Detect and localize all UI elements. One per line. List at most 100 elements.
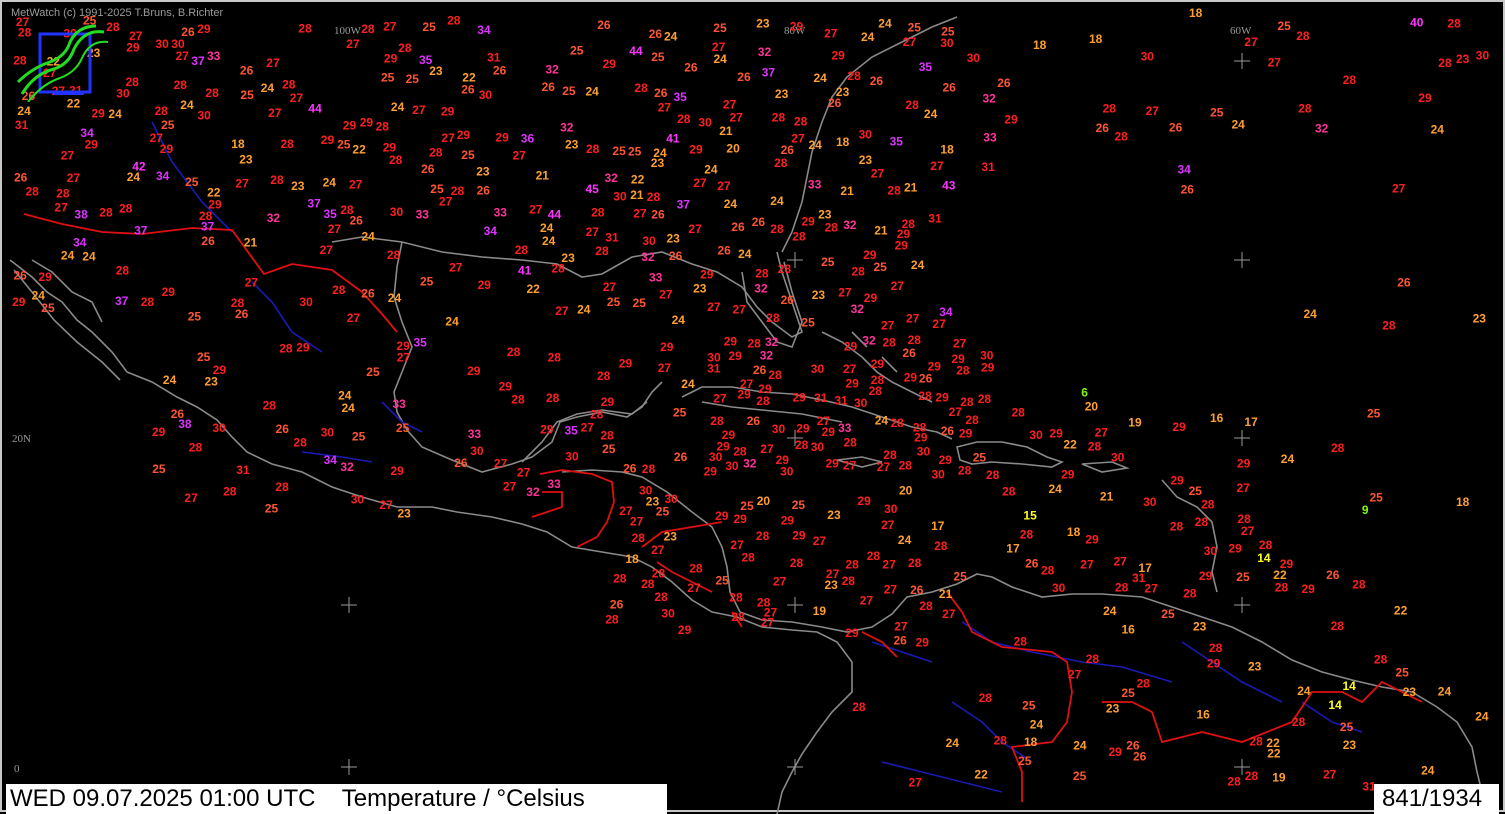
station-temperature-layer: 29282727272623242423252421302929 2828 2728… — [12, 13, 1489, 793]
station-temperature: 28 — [748, 337, 762, 351]
station-temperature: 29 — [863, 248, 877, 262]
station-temperature: 25 — [352, 430, 366, 444]
station-temperature: 28 — [597, 369, 611, 383]
station-temperature: 27 — [529, 203, 543, 217]
station-temperature: 28 — [515, 243, 529, 257]
station-temperature: 29 — [904, 371, 918, 385]
station-temperature: 27 — [882, 558, 896, 572]
station-temperature: 25 — [461, 148, 475, 162]
station-temperature: 23 — [1106, 702, 1120, 716]
station-temperature: 27 — [740, 377, 754, 391]
station-temperature: 18 — [836, 135, 850, 149]
station-temperature: 24 — [542, 234, 556, 248]
station-temperature: 28 — [590, 407, 604, 421]
station-temperature: 28 — [1086, 652, 1100, 666]
station-temperature: 24 — [180, 98, 194, 112]
station-temperature: 33 — [207, 49, 221, 63]
station-temperature: 21 — [244, 236, 258, 250]
station-temperature: 28 — [1331, 441, 1345, 455]
station-temperature: 26 — [1096, 121, 1110, 135]
station-temperature: 33 — [983, 131, 997, 145]
station-temperature: 29 — [126, 40, 140, 54]
station-temperature: 18 — [940, 142, 954, 156]
station-temperature: 30 — [390, 205, 404, 219]
station-temperature: 23 — [667, 232, 681, 246]
station-temperature: 29 — [916, 635, 930, 649]
station-temperature: 26 — [828, 96, 842, 110]
station-temperature: 27 — [881, 318, 895, 332]
station-temperature: 37 — [762, 65, 776, 79]
station-temperature: 28 — [275, 480, 289, 494]
weather-map[interactable]: 100W 80W 60W 20N 0 292827272726232424232… — [2, 2, 1505, 814]
station-temperature: 42 — [132, 159, 146, 173]
station-temperature: 25 — [874, 260, 888, 274]
station-temperature: 28 — [689, 562, 703, 576]
station-temperature: 24 — [653, 146, 667, 160]
station-temperature: 30 — [470, 444, 484, 458]
station-temperature: 26 — [997, 76, 1011, 90]
station-temperature: 26 — [902, 346, 916, 360]
metwatch-logo-icon[interactable] — [14, 24, 112, 102]
station-temperature: 25 — [651, 50, 665, 64]
station-temperature: 23 — [239, 153, 253, 167]
station-temperature: 27 — [1268, 56, 1282, 70]
station-temperature: 44 — [308, 102, 322, 116]
station-temperature: 30 — [565, 449, 579, 463]
station-temperature: 30 — [772, 422, 786, 436]
station-temperature: 24 — [445, 314, 459, 328]
station-temperature: 23 — [1343, 738, 1357, 752]
station-temperature: 29 — [793, 390, 807, 404]
station-temperature: 25 — [1278, 19, 1292, 33]
station-temperature: 24 — [1297, 684, 1311, 698]
station-temperature: 24 — [664, 30, 678, 44]
station-temperature: 24 — [898, 533, 912, 547]
station-temperature: 27 — [320, 243, 334, 257]
station-temperature: 28 — [591, 206, 605, 220]
station-temperature: 30 — [299, 295, 313, 309]
station-temperature: 25 — [41, 301, 55, 315]
station-temperature: 43 — [942, 179, 956, 193]
station-temperature: 27 — [268, 106, 282, 120]
station-temperature: 27 — [67, 171, 81, 185]
station-temperature: 15 — [1023, 509, 1037, 523]
station-temperature: 31 — [236, 463, 250, 477]
station-temperature: 25 — [1340, 720, 1354, 734]
station-temperature: 25 — [1210, 106, 1224, 120]
station-temperature: 27 — [932, 317, 946, 331]
station-temperature: 32 — [340, 460, 354, 474]
station-temperature: 26 — [14, 269, 28, 283]
station-temperature: 24 — [672, 313, 686, 327]
station-temperature: 27 — [761, 615, 775, 629]
station-temperature: 24 — [1304, 307, 1318, 321]
station-temperature: 25 — [801, 315, 815, 329]
station-temperature: 27 — [346, 37, 360, 51]
station-temperature: 30 — [698, 116, 712, 130]
station-temperature: 30 — [212, 421, 226, 435]
station-temperature: 29 — [360, 116, 374, 130]
station-temperature: 28 — [605, 612, 619, 626]
station-temperature: 24 — [1438, 685, 1452, 699]
station-temperature: 28 — [634, 81, 648, 95]
station-temperature: 26 — [737, 70, 751, 84]
station-temperature: 28 — [756, 529, 770, 543]
station-temperature: 28 — [586, 142, 600, 156]
station-temperature: 23 — [775, 87, 789, 101]
station-temperature: 6 — [1081, 385, 1088, 399]
station-temperature: 25 — [602, 442, 616, 456]
station-temperature: 29 — [1172, 420, 1186, 434]
station-temperature: 28 — [756, 394, 770, 408]
station-temperature: 29 — [1171, 473, 1185, 487]
station-temperature: 26 — [1181, 183, 1195, 197]
station-temperature: 37 — [191, 54, 205, 68]
station-temperature: 37 — [677, 198, 691, 212]
station-temperature: 30 — [1204, 544, 1218, 558]
station-temperature: 22 — [527, 282, 541, 296]
station-temperature: 26 — [752, 215, 766, 229]
station-temperature: 28 — [1259, 538, 1273, 552]
station-temperature: 44 — [548, 208, 562, 222]
station-temperature: 28 — [1352, 577, 1366, 591]
station-temperature: 28 — [1374, 653, 1388, 667]
station-temperature: 29 — [981, 361, 995, 375]
station-temperature: 27 — [61, 149, 75, 163]
station-temperature: 28 — [281, 137, 295, 151]
